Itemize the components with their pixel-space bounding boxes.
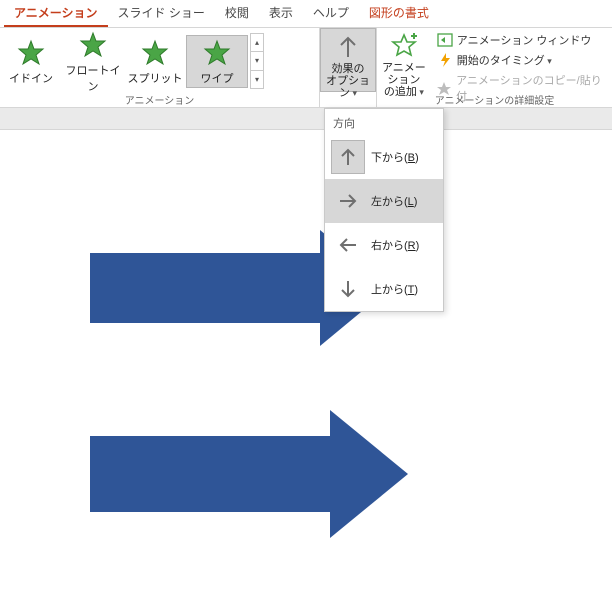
anim-label: ワイプ	[187, 70, 247, 86]
trigger-icon	[437, 52, 453, 68]
group-effect-options: 効果の オプション	[320, 28, 377, 107]
ruler	[0, 108, 612, 130]
trigger-button[interactable]: 開始のタイミング	[431, 50, 612, 70]
group-animation: イドイン フロートイン スプリット ワイプ ▴ ▾ ▾	[0, 28, 320, 107]
direction-from-bottom[interactable]: 下から(B)	[325, 135, 443, 179]
tab-slideshow[interactable]: スライド ショー	[108, 0, 215, 27]
animation-gallery: イドイン フロートイン スプリット ワイプ ▴ ▾ ▾	[0, 28, 266, 92]
star-plus-icon	[390, 32, 418, 60]
ribbon: イドイン フロートイン スプリット ワイプ ▴ ▾ ▾	[0, 28, 612, 108]
slide-canvas[interactable]	[0, 130, 612, 610]
menu-item-label: 下から(B)	[371, 149, 419, 165]
group-label-animation: アニメーション	[0, 92, 319, 108]
tab-view[interactable]: 表示	[259, 0, 303, 27]
gallery-spinner: ▴ ▾ ▾	[250, 33, 264, 89]
effect-options-label1: 効果の	[321, 63, 375, 75]
menu-section-direction: 方向	[325, 109, 443, 135]
shape-arrow-2[interactable]	[90, 410, 408, 538]
group-advanced: アニメーション の追加 アニメーション ウィンドウ 開始のタイミング	[377, 28, 612, 107]
ribbon-tabs: アニメーション スライド ショー 校閲 表示 ヘルプ 図形の書式	[0, 0, 612, 28]
anim-label: スプリット	[124, 70, 186, 86]
arrow-head	[330, 410, 408, 538]
star-icon	[17, 39, 45, 67]
trigger-label: 開始のタイミング	[457, 52, 552, 68]
direction-from-right[interactable]: 右から(R)	[325, 223, 443, 267]
gallery-down[interactable]: ▾	[251, 52, 263, 70]
arrow-shaft	[90, 253, 320, 323]
add-anim-label1: アニメーション	[377, 62, 431, 86]
effect-options-label2: オプション	[321, 75, 375, 99]
effect-options-button[interactable]: 効果の オプション	[320, 28, 376, 92]
arrow-shaft	[90, 436, 330, 512]
anim-floatin[interactable]: フロートイン	[62, 28, 124, 95]
direction-from-left[interactable]: 左から(L)	[325, 179, 443, 223]
group-label-advanced: アニメーションの詳細設定	[377, 92, 612, 108]
anim-label: イドイン	[0, 70, 62, 86]
gallery-more[interactable]: ▾	[251, 71, 263, 88]
add-animation-button[interactable]: アニメーション の追加	[377, 28, 431, 99]
menu-item-label: 上から(T)	[371, 281, 418, 297]
star-icon	[203, 39, 231, 67]
animation-pane-button[interactable]: アニメーション ウィンドウ	[431, 30, 612, 50]
arrow-up-icon	[334, 33, 362, 61]
gallery-up[interactable]: ▴	[251, 34, 263, 52]
arrow-left-icon	[331, 228, 365, 262]
menu-item-label: 左から(L)	[371, 193, 417, 209]
arrow-down-icon	[331, 272, 365, 306]
anim-wipe[interactable]: ワイプ	[186, 35, 248, 88]
tab-help[interactable]: ヘルプ	[303, 0, 359, 27]
star-icon	[79, 31, 107, 59]
tab-shape-format[interactable]: 図形の書式	[359, 0, 439, 27]
effect-options-menu: 方向 下から(B) 左から(L) 右から(R) 上から(T)	[324, 108, 444, 312]
anim-flyin-partial[interactable]: イドイン	[0, 36, 62, 87]
anim-label: フロートイン	[62, 62, 124, 94]
anim-split[interactable]: スプリット	[124, 36, 186, 87]
tab-animation[interactable]: アニメーション	[4, 0, 108, 27]
pane-icon	[437, 32, 453, 48]
menu-item-label: 右から(R)	[371, 237, 419, 253]
animation-pane-label: アニメーション ウィンドウ	[457, 32, 592, 48]
arrow-up-icon	[331, 140, 365, 174]
tab-review[interactable]: 校閲	[215, 0, 259, 27]
star-icon	[141, 39, 169, 67]
direction-from-top[interactable]: 上から(T)	[325, 267, 443, 311]
arrow-right-icon	[331, 184, 365, 218]
